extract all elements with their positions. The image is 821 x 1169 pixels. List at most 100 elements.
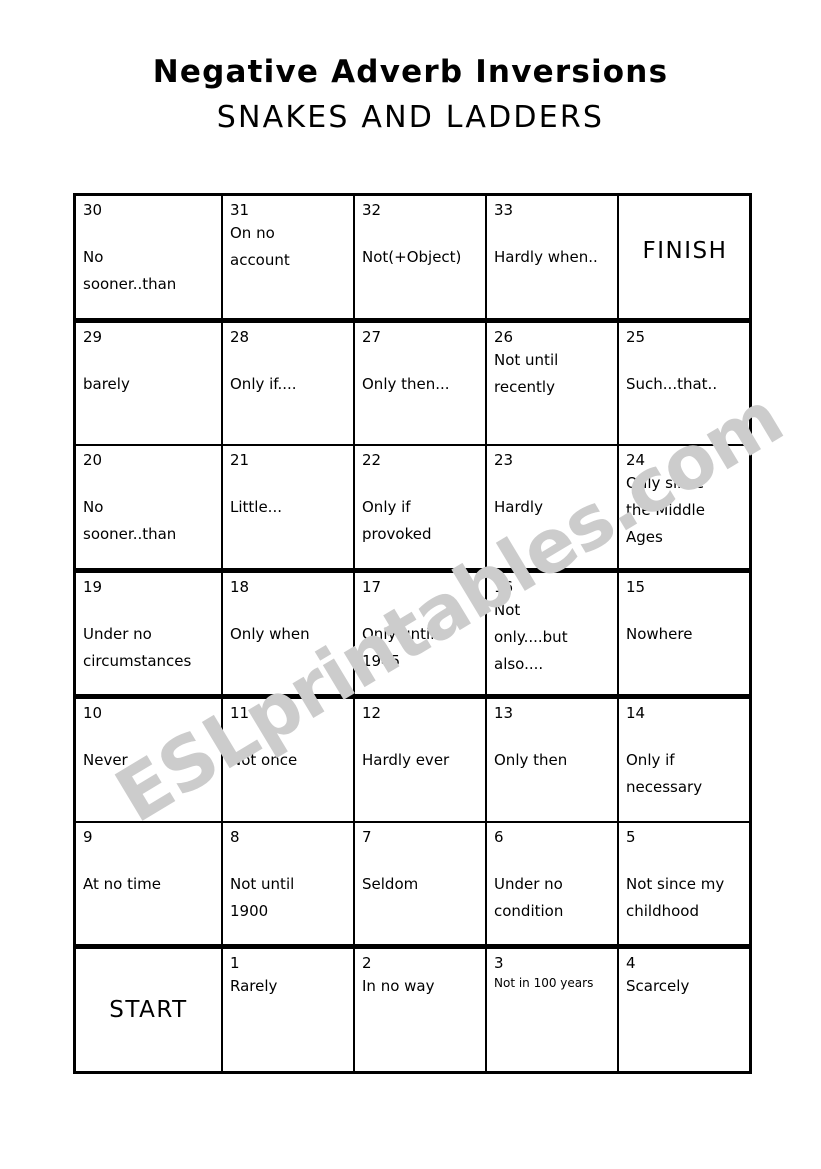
board-cell-27[interactable]: 27 Only then... [355,322,487,445]
cell-spacer [83,219,214,243]
cell-phrase: Hardly when.. [494,248,598,266]
cell-phrase: Under no condition [494,874,564,920]
cell-phrase: Not only....but also.... [494,600,568,673]
cell-phrase: Under no circumstances [83,624,192,670]
board-cell-29[interactable]: 29 barely [76,322,223,445]
board-cell-9[interactable]: 9 At no time [76,822,223,945]
board-cell-3[interactable]: 3 Not in 100 years [487,949,619,1072]
cell-phrase: Only if provoked [362,498,432,544]
board-cell-25[interactable]: 25 Such...that.. [619,323,751,445]
cell-number: 13 [494,704,514,723]
cell-number: 19 [83,577,103,596]
cell-phrase: Never [83,751,128,770]
cell-phrase: No sooner..than [83,498,177,544]
board-cell-24[interactable]: 24 Only since the Middle Ages [619,446,751,568]
board-cell-10[interactable]: 10 Never [76,699,223,821]
board-cell-20[interactable]: 20 No sooner..than [76,446,223,568]
cell-spacer [230,846,346,870]
board-cell-start[interactable]: START [76,949,223,1072]
board-cell-18[interactable]: 18 Only when [223,572,355,695]
cell-spacer [230,722,346,746]
cell-phrase: barely [83,374,130,393]
cell-number: 9 [83,827,93,846]
cell-number: 24 [626,451,646,470]
board-cell-14[interactable]: 14 Only if necessary [619,699,751,821]
board-row: 10 Never 11 Not once 12 Hardly ever 13 Only the… [76,699,749,823]
board-cell-30[interactable]: 30 No sooner..than [76,196,223,318]
cell-number: 30 [83,201,103,219]
game-board: 30 No sooner..than 31 On no account 32 Not(+O… [73,193,752,1074]
cell-spacer [362,219,478,243]
cell-spacer [362,469,478,493]
board-cell-17[interactable]: 17 Only until 1945 [355,572,487,695]
board-cell-6[interactable]: 6 Under no condition [487,822,619,945]
cell-number: 11 [230,704,250,723]
cell-number: 10 [83,704,103,723]
cell-spacer [83,722,214,746]
cell-number: 20 [83,451,103,470]
cell-spacer [362,846,478,870]
cell-phrase: Only then... [362,374,450,393]
cell-spacer [83,596,214,620]
board-cell-32[interactable]: 32 Not(+Object) [355,196,487,318]
cell-number: 25 [626,327,646,346]
cell-phrase: Only if.... [230,374,297,393]
board-row: START 1 Rarely 2 In no way 3 Not in 100 years 4… [76,949,751,1072]
cell-phrase: Little... [230,498,282,517]
cell-number: 16 [494,577,514,596]
finish-label: FINISH [642,237,728,264]
board-cell-5[interactable]: 5 Not since my childhood [619,823,751,945]
board-cell-12[interactable]: 12 Hardly ever [355,699,487,821]
cell-number: 27 [362,327,382,346]
board-cell-finish[interactable]: FINISH [619,196,751,318]
cell-spacer [626,722,744,746]
board-cell-19[interactable]: 19 Under no circumstances [76,572,223,695]
cell-spacer [230,346,346,370]
board-cell-13[interactable]: 13 Only then [487,699,619,821]
cell-number: 14 [626,704,646,723]
board-row: 30 No sooner..than 31 On no account 32 Not(+O… [76,196,749,323]
board-cell-21[interactable]: 21 Little... [223,446,355,568]
cell-number: 6 [494,827,504,846]
cell-number: 5 [626,827,636,846]
cell-spacer [626,596,744,620]
board-cell-22[interactable]: 22 Only if provoked [355,446,487,568]
title-line-primary: Negative Adverb Inversions [152,54,669,90]
board-cell-16[interactable]: 16 Not only....but also.... [487,572,619,695]
board-cell-1[interactable]: 1 Rarely [223,949,355,1072]
cell-number: 17 [362,577,382,596]
cell-spacer [83,469,214,493]
cell-phrase: Rarely [230,977,278,996]
cell-phrase: Nowhere [626,624,693,643]
board-cell-33[interactable]: 33 Hardly when.. [487,196,619,318]
cell-phrase: Not since my childhood [626,874,725,920]
board-cell-11[interactable]: 11 Not once [223,699,355,821]
cell-number: 21 [230,451,250,470]
board-cell-7[interactable]: 7 Seldom [355,822,487,945]
cell-phrase: Not(+Object) [362,248,462,266]
board-cell-2[interactable]: 2 In no way [355,949,487,1072]
cell-phrase: Not in 100 years [494,976,594,991]
cell-spacer [494,469,610,493]
cell-number: 7 [362,827,372,846]
cell-phrase: Only since the Middle Ages [626,474,705,547]
board-cell-8[interactable]: 8 Not until 1900 [223,822,355,945]
cell-phrase: Not once [230,751,298,770]
board-row: 19 Under no circumstances 18 Only when 17 Onl… [76,572,751,700]
board-cell-4[interactable]: 4 Scarcely [619,949,751,1071]
cell-spacer [83,346,214,370]
cell-phrase: No sooner..than [83,248,177,293]
cell-phrase: On no account [230,224,290,269]
board-cell-23[interactable]: 23 Hardly [487,446,619,568]
cell-number: 26 [494,327,514,346]
cell-number: 1 [230,954,240,973]
cell-number: 33 [494,201,514,219]
cell-number: 32 [362,201,382,219]
board-cell-28[interactable]: 28 Only if.... [223,322,355,445]
cell-number: 29 [83,327,103,346]
board-cell-26[interactable]: 26 Not until recently [487,322,619,445]
cell-spacer [626,346,744,370]
board-cell-15[interactable]: 15 Nowhere [619,573,751,695]
board-cell-31[interactable]: 31 On no account [223,196,355,318]
cell-number: 3 [494,954,504,973]
